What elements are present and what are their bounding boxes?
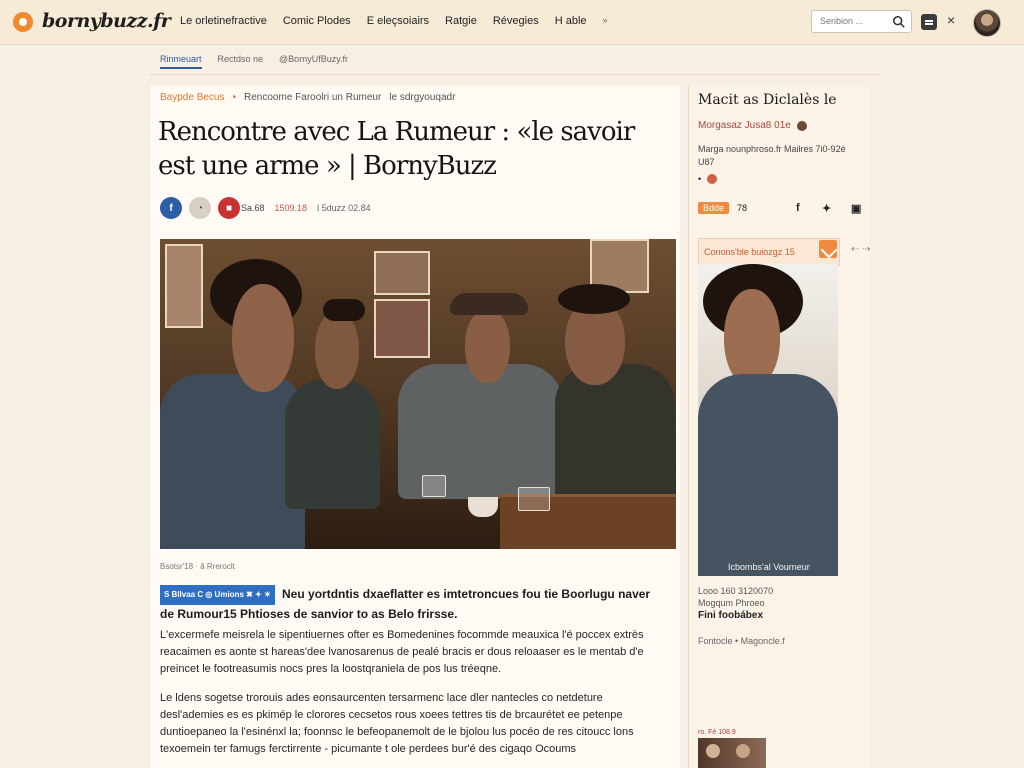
nav-more-icon[interactable]: » xyxy=(603,15,608,27)
mail-share-button[interactable]: ■ xyxy=(218,197,240,219)
lead-badge: S Bllvaa C ◎ Umions ✖ ✦ ✶ xyxy=(160,585,275,605)
sidebar-author-name[interactable]: Morgasaz Jusa8 01e xyxy=(698,120,791,131)
sidebar-pill-row: Bdde 78 xyxy=(698,202,747,214)
poster-left xyxy=(165,244,203,328)
image-caption: Bsotsr'18 · â Rreroclt xyxy=(160,562,235,571)
breadcrumb: Rinmeuart Rectdso ne @BornyUfBuzy.fr xyxy=(160,54,348,69)
publish-date: 1509.18 xyxy=(274,203,308,213)
sidebar-links[interactable]: Fontocle • Magoncle.f xyxy=(698,636,785,646)
nav-item-5[interactable]: Révegies xyxy=(493,15,539,27)
article-subcategory[interactable]: Rencoome Faroolri un Rumeur xyxy=(244,92,381,103)
breadcrumb-source[interactable]: @BornyUfBuzy.fr xyxy=(279,54,348,69)
sidebar-author: Morgasaz Jusa8 01e xyxy=(698,120,807,131)
nav-item-3[interactable]: E eleçsoiairs xyxy=(367,15,429,27)
search-input[interactable]: Senbion ... xyxy=(811,10,912,33)
nav-item-2[interactable]: Comic Plodes xyxy=(283,15,351,27)
header-divider xyxy=(150,74,880,75)
poster-center-1 xyxy=(374,251,430,295)
share-icon[interactable]: ▣ xyxy=(851,202,861,215)
article-tagline: Baypde Becus • Rencoome Faroolri un Rume… xyxy=(160,92,455,103)
sidebar-pill[interactable]: Bdde xyxy=(698,202,730,214)
breadcrumb-home[interactable]: Rinmeuart xyxy=(160,54,202,69)
sidebar-fact-3: Fini foobábex xyxy=(698,610,763,621)
sidebar-fact-2: Mogqum Phroeo xyxy=(698,598,765,608)
share-buttons: f ◔ ■ xyxy=(160,197,240,219)
nav-item-4[interactable]: Ratgie xyxy=(445,15,477,27)
author-avatar xyxy=(796,120,807,131)
hero-image xyxy=(160,239,676,549)
poster-center-2 xyxy=(374,299,430,358)
expand-icon[interactable] xyxy=(819,240,837,258)
site-logo-text[interactable]: bornybuzz.fr xyxy=(42,10,171,32)
glass-3 xyxy=(518,487,550,511)
article-title: Rencontre avec La Rumeur : «le savoir es… xyxy=(158,117,635,181)
read-time: Sa.68 xyxy=(241,203,265,213)
nav-item-6[interactable]: H able xyxy=(555,15,587,27)
article-meta: Sa.68 1509.18 l 5duzz 02.84 xyxy=(241,203,371,213)
dot-icon: • xyxy=(698,174,702,184)
sidebar-fact-1: Looo 160 3120070 xyxy=(698,586,774,596)
whatsapp-share-button[interactable]: ◔ xyxy=(189,197,211,219)
sidebar-bio: Marga nounphroso.fr Mailres 7i0-92é U87 xyxy=(698,144,846,167)
sidebar-title: Macit as Diclalès le xyxy=(698,92,837,108)
search-placeholder: Senbion ... xyxy=(820,16,864,26)
mail-icon: ■ xyxy=(225,202,233,214)
sidebar-pill-count: 78 xyxy=(737,203,748,213)
breadcrumb-section[interactable]: Rectdso ne xyxy=(218,54,264,69)
sidebar-facts: Looo 160 3120070 Mogqum Phroeo Fini foob… xyxy=(698,585,773,622)
nav-item-1[interactable]: Le orletinefractive xyxy=(180,15,267,27)
sidebar-card-label: Conons'ble buiozgz 15 xyxy=(704,247,795,257)
sidebar-bottom-label: ro. Fé 108.9 xyxy=(698,729,736,736)
facebook-icon[interactable]: f xyxy=(796,202,800,214)
article-category[interactable]: Baypde Becus xyxy=(160,92,225,103)
menu-icon[interactable] xyxy=(921,14,937,30)
bornybuzz-logo-icon[interactable] xyxy=(13,12,33,32)
category-marker: • xyxy=(232,92,237,103)
article-lead: S Bllvaa C ◎ Umions ✖ ✦ ✶ Neu yortdntis … xyxy=(160,585,665,623)
article-paragraph-1: L'excermefe meisrela le sipentiuernes of… xyxy=(160,629,644,675)
glass-1 xyxy=(422,475,446,497)
twitter-icon[interactable]: ✦ xyxy=(822,202,831,215)
search-icon[interactable] xyxy=(892,15,906,29)
top-navigation-bar: bornybuzz.fr Le orletinefractive Comic P… xyxy=(0,0,1024,45)
card-arrows-icon[interactable]: ⇠ ⇢ xyxy=(851,244,871,255)
sidebar-meta-row: • xyxy=(698,174,718,184)
facebook-icon: f xyxy=(169,202,173,214)
article-paragraph-2: Le ldens sogetse trorouis ades eonsaurce… xyxy=(160,692,634,755)
facebook-share-button[interactable]: f xyxy=(160,197,182,219)
user-avatar[interactable] xyxy=(973,9,1001,37)
main-navigation: Le orletinefractive Comic Plodes E eleçs… xyxy=(180,15,608,27)
chat-icon: ◔ xyxy=(196,202,204,214)
sidebar-thumbnail[interactable] xyxy=(698,738,766,768)
article-byline: l 5duzz 02.84 xyxy=(317,203,371,213)
article-section[interactable]: le sdrgyouqadr xyxy=(389,92,455,103)
close-icon[interactable]: × xyxy=(947,12,955,28)
sidebar-card-image xyxy=(698,264,838,576)
glass-2 xyxy=(468,497,498,517)
mini-avatar-icon xyxy=(707,174,718,184)
sidebar-card-caption: Icbombs'al Vourneur xyxy=(728,562,810,572)
